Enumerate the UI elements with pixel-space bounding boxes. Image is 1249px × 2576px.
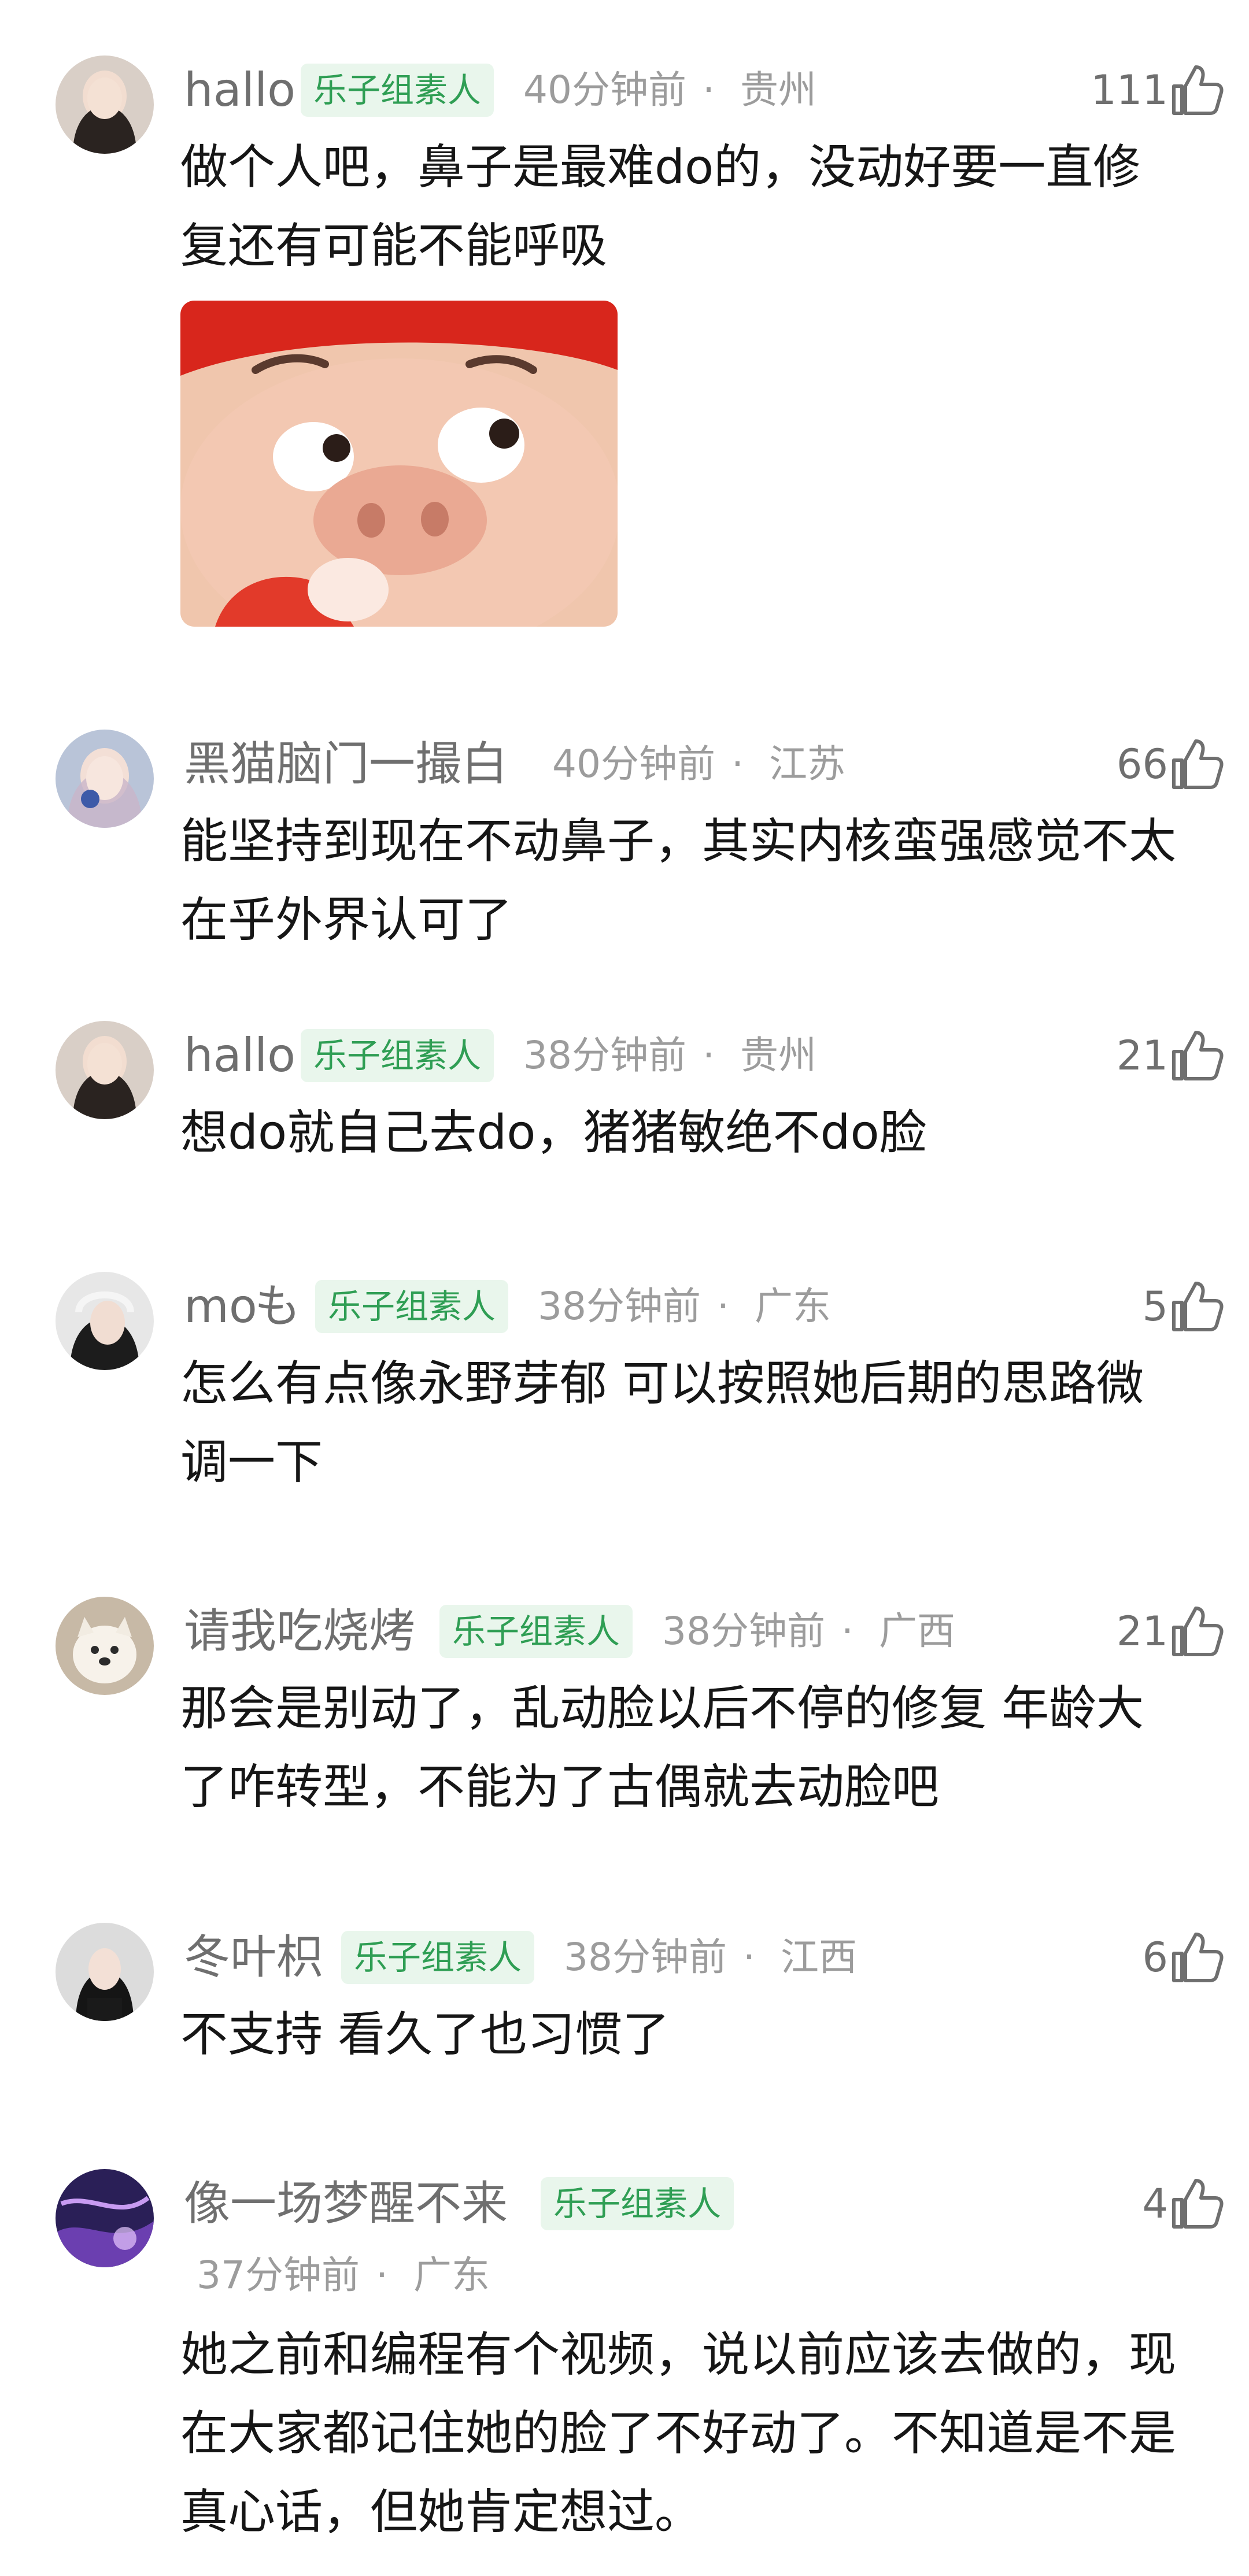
username[interactable]: 冬叶枳 bbox=[184, 1924, 323, 1991]
comment-time: 38分钟前 bbox=[564, 1935, 727, 1979]
thumbs-up-icon[interactable] bbox=[1168, 1927, 1226, 1985]
username[interactable]: mo bbox=[184, 1273, 257, 1340]
comment-text: 那会是别动了，乱动脸以后不停的修复 年龄大了咋转型，不能为了古偶就去动脸吧 bbox=[180, 1681, 1144, 1815]
comment-time: 38分钟前 bbox=[538, 1284, 701, 1328]
comment-time: 37分钟前 bbox=[197, 2253, 360, 2297]
comment-text: 怎么有点像永野芽郁 可以按照她后期的思路微调一下 bbox=[180, 1356, 1144, 1490]
meta-separator: · bbox=[743, 1935, 755, 1979]
avatar[interactable] bbox=[56, 2169, 154, 2267]
avatar[interactable] bbox=[56, 1923, 154, 2021]
comment-location: 江苏 bbox=[769, 742, 845, 786]
comment-location: 江西 bbox=[781, 1935, 857, 1979]
like-count: 21 bbox=[1116, 1608, 1168, 1655]
comment-text: 能坚持到现在不动鼻子，其实内核蛮强感觉不太在乎外界认可了 bbox=[180, 814, 1177, 948]
username[interactable]: 像一场梦醒不来 bbox=[184, 2170, 508, 2237]
like-count: 4 bbox=[1142, 2180, 1168, 2227]
thumbs-up-icon[interactable] bbox=[1168, 2174, 1226, 2231]
meta-separator: · bbox=[376, 2253, 388, 2297]
comment-location: 广东 bbox=[413, 2253, 490, 2297]
meta-separator: · bbox=[841, 1609, 853, 1653]
avatar[interactable] bbox=[56, 1597, 154, 1695]
comment-time: 38分钟前 bbox=[523, 1033, 686, 1078]
comment-location: 贵州 bbox=[740, 68, 816, 112]
comment-text: 做个人吧，鼻子是最难do的，没动好要一直修复还有可能不能呼吸 bbox=[180, 140, 1141, 273]
user-badge: 乐子组素人 bbox=[541, 2177, 734, 2230]
comment-location: 广东 bbox=[755, 1284, 831, 1328]
like-count: 5 bbox=[1142, 1283, 1168, 1330]
comment-text: 不支持 看久了也习惯了 bbox=[180, 2007, 670, 2062]
meta-separator: · bbox=[703, 1033, 715, 1078]
avatar[interactable] bbox=[56, 55, 154, 154]
pig-cartoon-sticker bbox=[180, 301, 618, 627]
avatar[interactable] bbox=[56, 730, 154, 828]
avatar[interactable] bbox=[56, 1021, 154, 1119]
meta-separator: · bbox=[717, 1284, 729, 1328]
comment-time: 38分钟前 bbox=[662, 1609, 825, 1653]
comment-sticker-image[interactable] bbox=[180, 301, 618, 627]
mo-glyph-icon: も bbox=[254, 1279, 301, 1333]
comment-feed: hallo 乐子组素人 40分钟前 · 贵州 111 做个人吧，鼻子是最难do的… bbox=[0, 0, 1249, 2576]
like-count: 6 bbox=[1142, 1934, 1168, 1981]
comment-location: 贵州 bbox=[740, 1033, 816, 1078]
avatar[interactable] bbox=[56, 1272, 154, 1370]
comment-text: 想do就自己去do，猪猪敏绝不do脸 bbox=[180, 1105, 927, 1160]
thumbs-up-icon[interactable] bbox=[1168, 1601, 1226, 1659]
username[interactable]: 请我吃烧烤 bbox=[184, 1598, 415, 1665]
comment-location: 广西 bbox=[879, 1609, 955, 1653]
username[interactable]: hallo bbox=[184, 57, 295, 124]
thumbs-up-icon[interactable] bbox=[1168, 1026, 1226, 1083]
comment-time: 40分钟前 bbox=[552, 742, 715, 786]
user-badge: 乐子组素人 bbox=[341, 1931, 535, 1984]
thumbs-up-icon[interactable] bbox=[1168, 60, 1226, 118]
comment-time: 40分钟前 bbox=[523, 68, 686, 112]
comment-text: 她之前和编程有个视频，说以前应该去做的，现在大家都记住她的脸了不好动了。不知道是… bbox=[180, 2327, 1177, 2540]
meta-separator: · bbox=[731, 742, 744, 786]
like-count: 21 bbox=[1116, 1032, 1168, 1079]
user-badge: 乐子组素人 bbox=[301, 1029, 494, 1082]
meta-separator: · bbox=[703, 68, 715, 112]
username[interactable]: hallo bbox=[184, 1022, 295, 1089]
like-count: 66 bbox=[1116, 741, 1168, 788]
like-count: 111 bbox=[1091, 66, 1168, 114]
thumbs-up-icon[interactable] bbox=[1168, 1276, 1226, 1334]
username[interactable]: 黑猫脑门一撮白 bbox=[184, 731, 508, 798]
user-badge: 乐子组素人 bbox=[301, 64, 494, 117]
thumbs-up-icon[interactable] bbox=[1168, 734, 1226, 792]
user-badge: 乐子组素人 bbox=[315, 1280, 509, 1333]
user-badge: 乐子组素人 bbox=[439, 1605, 633, 1658]
